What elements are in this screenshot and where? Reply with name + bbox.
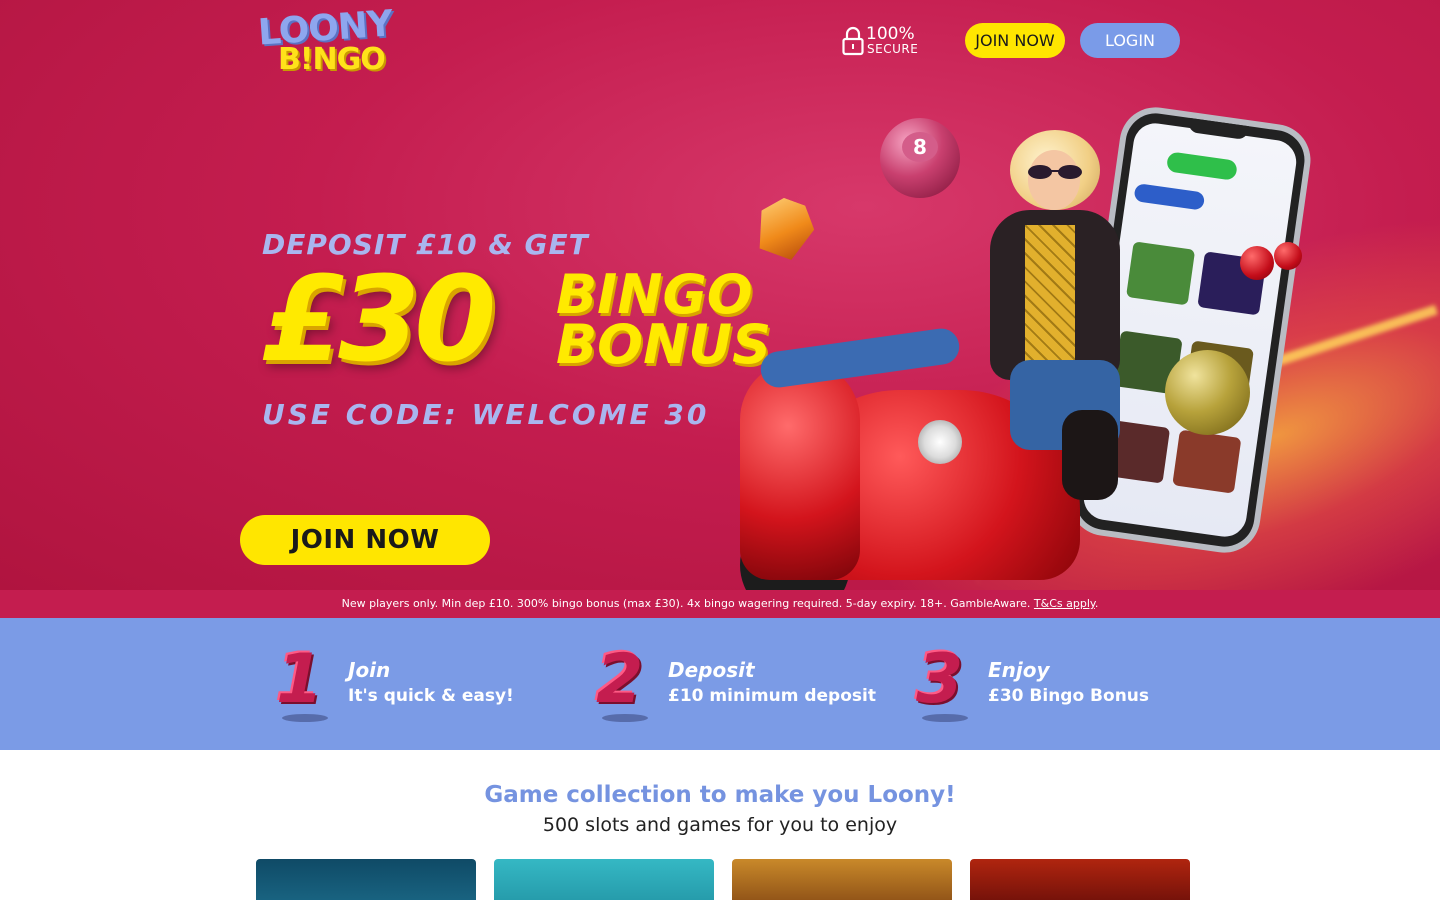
bingo-ball-icon: 8 [880,118,960,198]
step-title: Deposit [668,658,755,682]
games-section: Game collection to make you Loony! 500 s… [0,750,1440,900]
promo-code: USE CODE: WELCOME 30 [262,398,710,431]
sunglasses-icon [1028,165,1082,179]
terms-disclaimer: New players only. Min dep £10. 300% bing… [0,590,1440,618]
step-number: 2 [596,640,644,719]
secure-percent: 100% [866,24,915,44]
cherry-icon [1240,246,1274,280]
header-join-button[interactable]: JOIN NOW [965,23,1065,58]
secure-badge: 100% SECURE [842,24,932,60]
step-number: 3 [916,640,964,719]
step-enjoy: 3 Enjoy £30 Bingo Bonus [916,640,1176,730]
games-heading: Game collection to make you Loony! [484,782,956,808]
logo-text-bottom: B!NGO [278,42,386,77]
step-join: 1 Join It's quick & easy! [276,640,536,730]
promo-amount: £30 [262,250,496,388]
login-button[interactable]: LOGIN [1080,23,1180,58]
lock-icon [842,26,864,56]
gem-icon [749,192,821,264]
step-subtitle: It's quick & easy! [348,686,514,706]
hero-join-button[interactable]: JOIN NOW [240,515,490,565]
step-number: 1 [276,640,324,719]
loony-bingo-logo[interactable]: LOONY B!NGO [257,3,398,80]
hero-illustration: 8 [700,100,1320,590]
game-tile[interactable] [256,859,476,900]
terms-link[interactable]: T&Cs apply [1034,597,1095,610]
disclaimer-text: New players only. Min dep £10. 300% bing… [341,597,1034,610]
game-tile[interactable] [732,859,952,900]
bingo-ball-number: 8 [902,132,938,162]
game-tile[interactable] [494,859,714,900]
rider-image [970,130,1130,500]
steps-section: 1 Join It's quick & easy! 2 Deposit £10 … [0,618,1440,750]
step-subtitle: £10 minimum deposit [668,686,876,706]
step-subtitle: £30 Bingo Bonus [988,686,1150,706]
games-subheading: 500 slots and games for you to enjoy [542,814,898,836]
hero-banner: LOONY B!NGO 100% SECURE JOIN NOW LOGIN D… [0,0,1440,590]
step-title: Enjoy [988,658,1050,682]
secure-label: SECURE [867,42,919,56]
game-tile[interactable] [970,859,1190,900]
cherry-icon [1274,242,1302,270]
step-deposit: 2 Deposit £10 minimum deposit [596,640,876,730]
bingo-ball-gold-icon [1165,350,1250,435]
step-title: Join [348,658,391,682]
